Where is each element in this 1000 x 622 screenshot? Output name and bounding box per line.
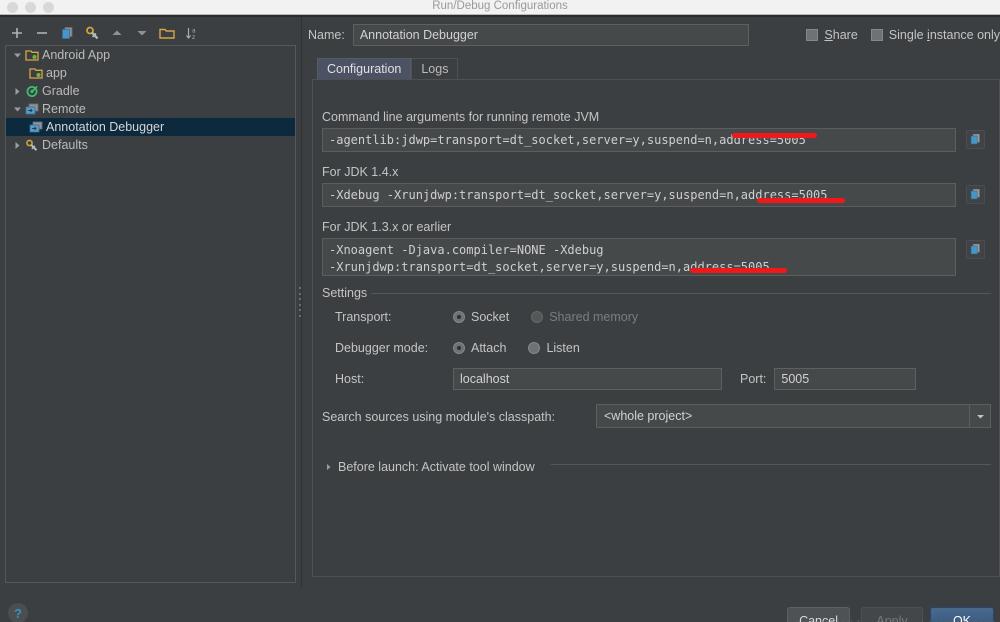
radio-button [531, 311, 543, 323]
debugger-mode-label: Debugger mode: [335, 341, 453, 355]
command-line-arguments-field[interactable]: -agentlib:jdwp=transport=dt_socket,serve… [322, 128, 956, 152]
dialog-footer: ? Cancel Apply OK http://blog.csdn.net/d… [0, 587, 1000, 622]
tab-configuration[interactable]: Configuration [317, 58, 411, 79]
before-launch-divider [551, 464, 991, 465]
tree-item-label: Remote [42, 102, 86, 116]
debugger-mode-attach-radio[interactable]: Attach [453, 341, 506, 355]
annotation-underline-2 [757, 198, 845, 203]
editor-tabs: Configuration Logs [317, 58, 458, 79]
run-debug-configurations-dialog: Run/Debug Configurations [0, 0, 1000, 622]
configurations-pane: a z Android [0, 17, 300, 587]
command-line-arguments-label: Command line arguments for running remot… [322, 110, 599, 124]
debugger-mode-listen-label: Listen [546, 341, 579, 355]
window-title: Run/Debug Configurations [0, 0, 1000, 14]
dialog-body: a z Android [0, 15, 1000, 622]
transport-shared-memory-label: Shared memory [549, 310, 638, 324]
chevron-down-icon[interactable] [10, 51, 24, 60]
copy-to-clipboard-icon[interactable] [966, 240, 985, 259]
splitter-grip[interactable] [298, 285, 302, 319]
add-icon[interactable] [6, 23, 28, 43]
chevron-right-icon[interactable] [10, 141, 24, 150]
tree-item-label: app [46, 66, 67, 80]
share-checkbox[interactable]: Share [806, 28, 857, 42]
tree-item-label: Gradle [42, 84, 80, 98]
tree-item-label: Annotation Debugger [46, 120, 164, 134]
jdk13-arguments-field[interactable]: -Xnoagent -Djava.compiler=NONE -Xdebug -… [322, 238, 956, 276]
name-label: Name: [308, 28, 345, 42]
copy-configuration-icon[interactable] [56, 23, 78, 43]
single-instance-only-label: Single instance only [889, 28, 1000, 42]
remote-icon [28, 121, 44, 134]
host-port-row: Host: Port: [335, 368, 916, 390]
port-input[interactable] [774, 368, 916, 390]
single-instance-only-checkbox[interactable]: Single instance only [871, 28, 1000, 42]
transport-label: Transport: [335, 310, 453, 324]
radio-button[interactable] [453, 342, 465, 354]
host-input[interactable] [453, 368, 722, 390]
header-checkboxes: Share Single instance only [806, 23, 1000, 47]
transport-socket-label: Socket [471, 310, 509, 324]
transport-shared-memory-radio: Shared memory [531, 310, 638, 324]
move-up-icon[interactable] [106, 23, 128, 43]
configuration-tab-content: Command line arguments for running remot… [312, 79, 1000, 577]
tree-item-android-app[interactable]: Android App [6, 46, 295, 64]
sort-alphabetically-icon[interactable]: a z [181, 23, 203, 43]
tree-item-app[interactable]: app [6, 64, 295, 82]
transport-row: Transport: Socket Shared memory [335, 310, 660, 324]
remove-icon[interactable] [31, 23, 53, 43]
search-sources-label: Search sources using module's classpath: [322, 410, 555, 424]
title-bar: Run/Debug Configurations [0, 0, 1000, 15]
configuration-editor-pane: Name: Share Single instance only Configu… [303, 17, 1000, 587]
tree-item-defaults[interactable]: Defaults [6, 136, 295, 154]
settings-group-label: Settings [322, 286, 367, 300]
name-input[interactable] [353, 24, 749, 46]
jdk13-label: For JDK 1.3.x or earlier [322, 220, 451, 234]
chevron-down-icon[interactable] [969, 405, 990, 427]
edit-defaults-icon[interactable] [81, 23, 103, 43]
debugger-mode-row: Debugger mode: Attach Listen [335, 341, 602, 355]
copy-to-clipboard-icon[interactable] [966, 185, 985, 204]
debugger-mode-listen-radio[interactable]: Listen [528, 341, 579, 355]
copy-to-clipboard-icon[interactable] [966, 130, 985, 149]
annotation-underline-1 [732, 133, 817, 138]
tree-item-label: Defaults [42, 138, 88, 152]
checkbox-box[interactable] [806, 29, 818, 41]
search-sources-value: <whole project> [597, 409, 969, 423]
radio-button[interactable] [453, 311, 465, 323]
gradle-icon [24, 85, 40, 98]
jdk14-label: For JDK 1.4.x [322, 165, 398, 179]
jdk14-arguments-field[interactable]: -Xdebug -Xrunjdwp:transport=dt_socket,se… [322, 183, 956, 207]
radio-button[interactable] [528, 342, 540, 354]
help-icon[interactable]: ? [8, 603, 28, 622]
chevron-right-icon[interactable] [10, 87, 24, 96]
move-down-icon[interactable] [131, 23, 153, 43]
checkbox-box[interactable] [871, 29, 883, 41]
tree-item-label: Android App [42, 48, 110, 62]
chevron-right-icon[interactable] [325, 458, 333, 476]
tree-item-gradle[interactable]: Gradle [6, 82, 295, 100]
port-label: Port: [740, 372, 766, 386]
before-launch-section[interactable]: Before launch: Activate tool window [325, 458, 535, 476]
debugger-mode-attach-label: Attach [471, 341, 506, 355]
share-label: Share [824, 28, 857, 42]
tree-item-annotation-debugger[interactable]: Annotation Debugger [6, 118, 295, 136]
svg-text:z: z [192, 34, 195, 41]
android-app-icon [24, 49, 40, 62]
tab-logs[interactable]: Logs [411, 58, 458, 79]
remote-icon [24, 103, 40, 116]
host-label: Host: [335, 372, 453, 386]
android-app-icon [28, 67, 44, 80]
tree-item-remote[interactable]: Remote [6, 100, 295, 118]
group-divider [371, 293, 991, 294]
chevron-down-icon[interactable] [10, 105, 24, 114]
before-launch-label: Before launch: Activate tool window [338, 460, 535, 474]
configurations-toolbar: a z [6, 22, 296, 44]
defaults-icon [24, 139, 40, 152]
annotation-underline-3 [690, 268, 787, 273]
transport-socket-radio[interactable]: Socket [453, 310, 509, 324]
configurations-tree[interactable]: Android App app [5, 45, 296, 583]
search-sources-combobox[interactable]: <whole project> [596, 404, 991, 428]
new-folder-icon[interactable] [156, 23, 178, 43]
